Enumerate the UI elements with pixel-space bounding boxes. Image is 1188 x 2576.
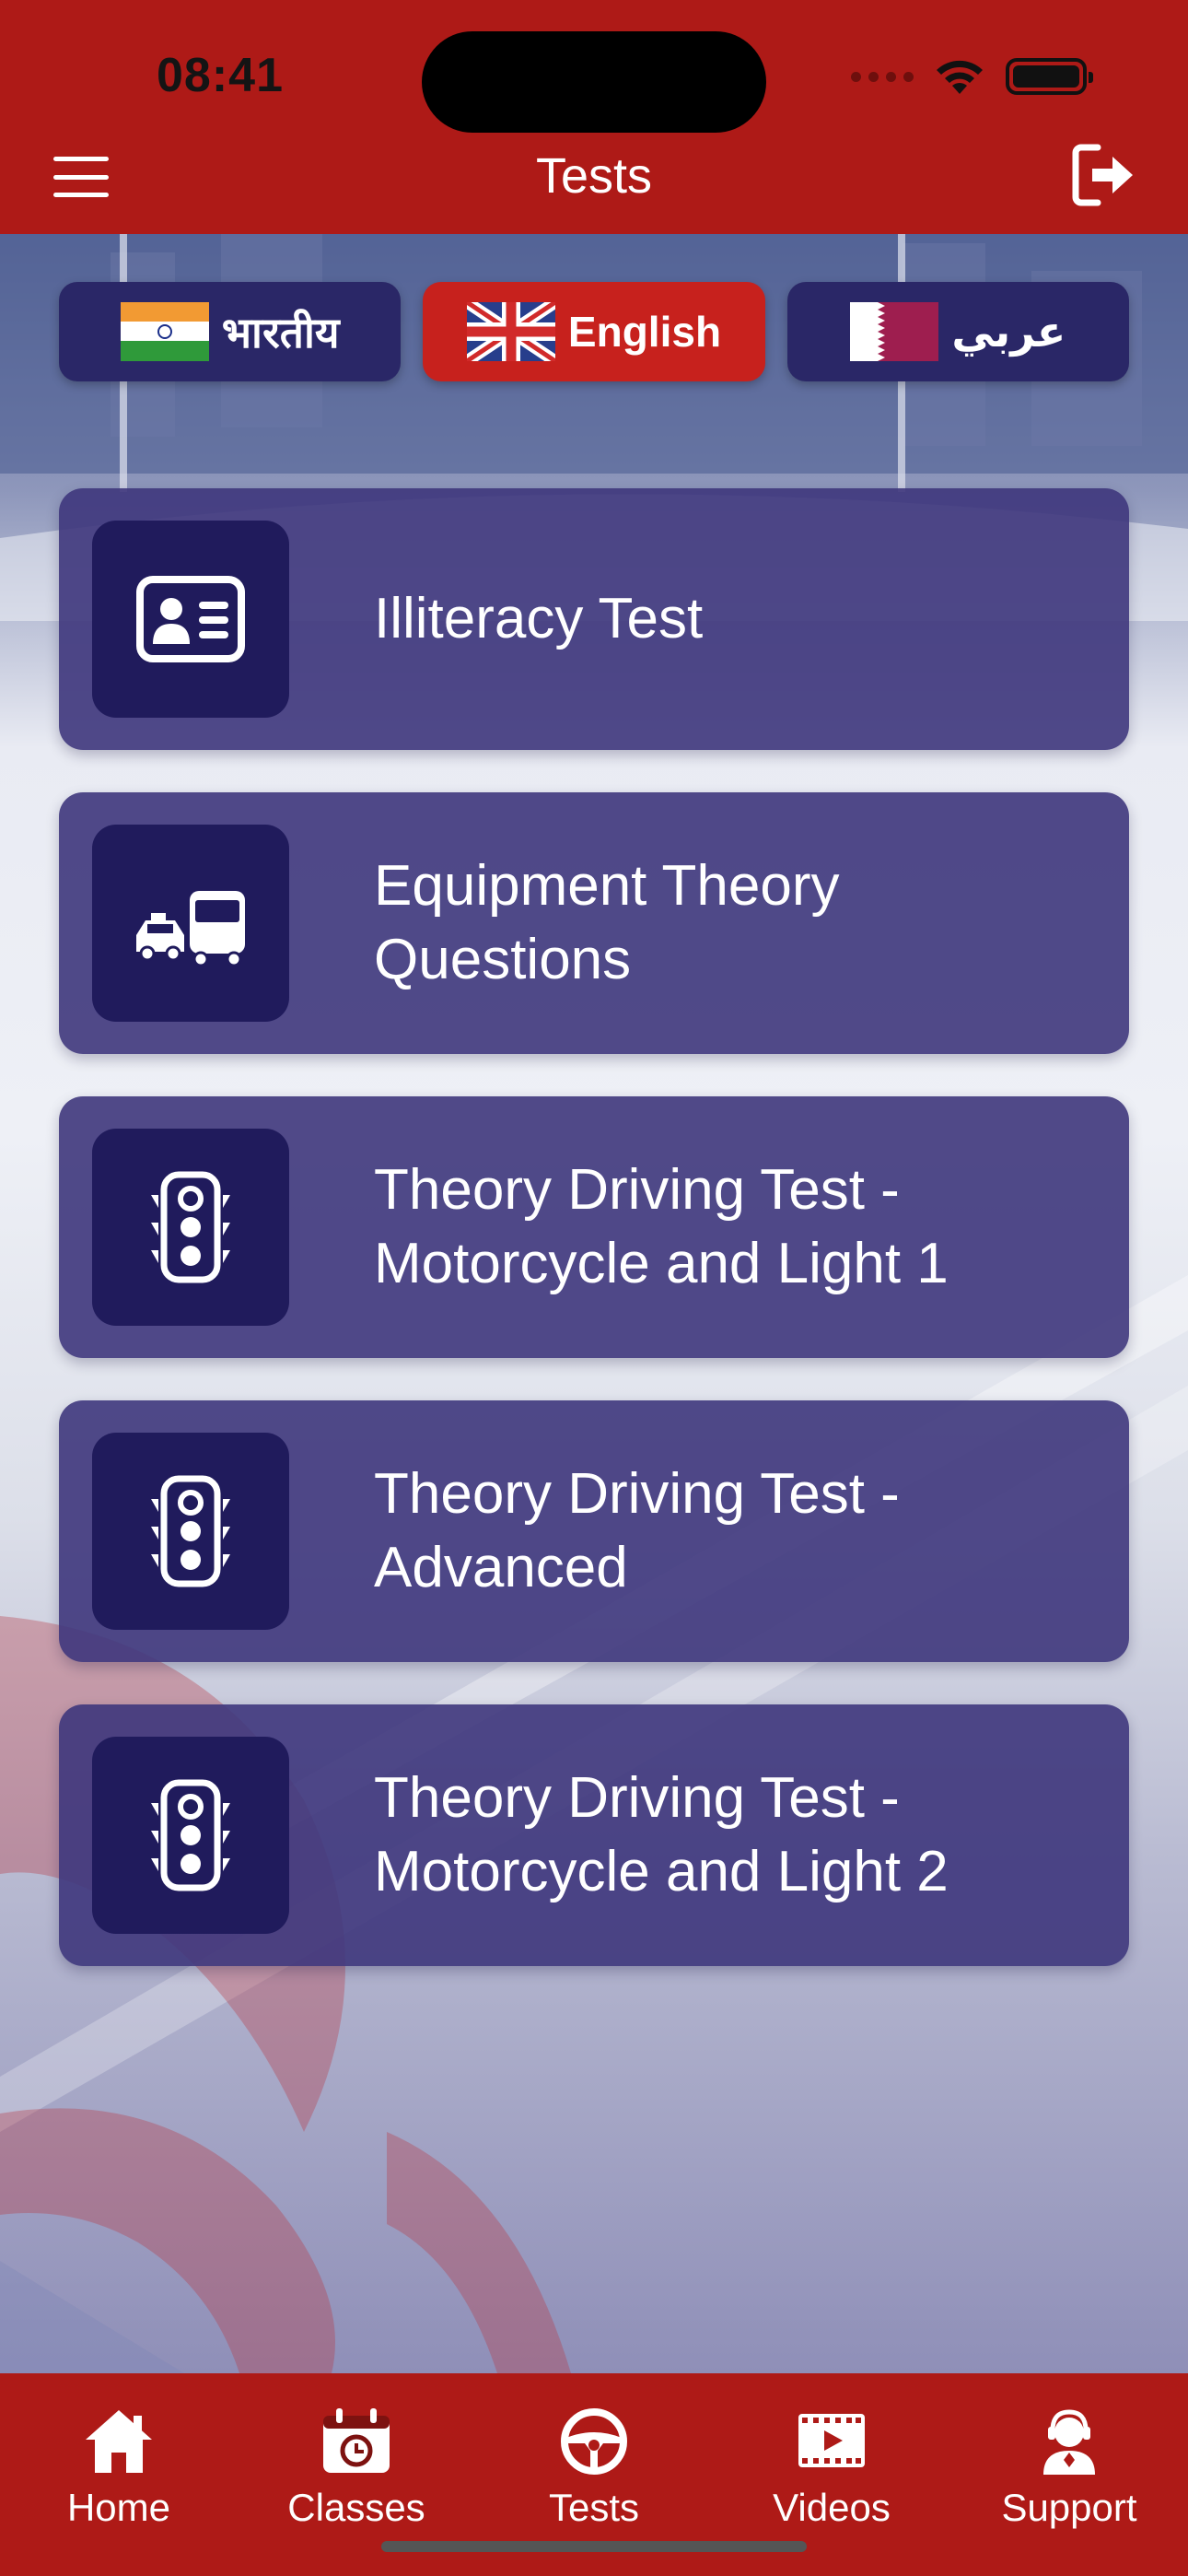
test-item-equipment-theory[interactable]: Equipment Theory Questions bbox=[59, 792, 1129, 1054]
lang-arabic-button[interactable]: عربي bbox=[786, 282, 1129, 381]
test-item-illiteracy[interactable]: Illiteracy Test bbox=[59, 488, 1129, 750]
lang-label: English bbox=[567, 308, 722, 356]
wifi-icon bbox=[937, 60, 983, 94]
nav-label: Videos bbox=[773, 2486, 891, 2529]
icon-tile bbox=[92, 1433, 289, 1630]
app-header: 08:41 Tests bbox=[0, 0, 1188, 234]
traffic-light-icon bbox=[151, 1475, 230, 1587]
vehicles-icon bbox=[136, 891, 245, 967]
test-item-motorcycle-light-1[interactable]: Theory Driving Test - Motorcycle and Lig… bbox=[59, 1096, 1129, 1358]
test-item-motorcycle-light-2[interactable]: Theory Driving Test - Motorcycle and Lig… bbox=[59, 1704, 1129, 1966]
nav-label: Support bbox=[1001, 2486, 1137, 2529]
test-item-advanced[interactable]: Theory Driving Test - Advanced bbox=[59, 1400, 1129, 1662]
calendar-icon bbox=[323, 2408, 390, 2473]
test-title: Theory Driving Test - Motorcycle and Lig… bbox=[374, 1766, 949, 1903]
home-indicator bbox=[381, 2541, 807, 2552]
support-agent-icon bbox=[1043, 2409, 1095, 2475]
icon-tile bbox=[92, 825, 289, 1022]
lang-english-button[interactable]: English bbox=[423, 282, 765, 381]
icon-tile bbox=[92, 521, 289, 718]
dynamic-island bbox=[422, 31, 766, 133]
test-list: Illiteracy Test Equipment Theory Questio… bbox=[59, 488, 1129, 2008]
icon-tile bbox=[92, 1737, 289, 1934]
traffic-light-icon bbox=[151, 1171, 230, 1283]
lang-hindi-button[interactable]: भारतीय bbox=[59, 282, 402, 381]
language-selector: भारतीय English عربي bbox=[59, 282, 1129, 381]
battery-icon bbox=[1006, 58, 1093, 95]
nav-support[interactable]: Support bbox=[950, 2373, 1188, 2576]
uk-flag-icon bbox=[466, 302, 555, 361]
steering-wheel-icon bbox=[561, 2408, 627, 2475]
lang-label: भारतीय bbox=[221, 309, 340, 357]
test-title: Illiteracy Test bbox=[374, 587, 704, 650]
traffic-light-icon bbox=[151, 1779, 230, 1891]
page-title: Tests bbox=[535, 148, 653, 204]
test-title: Equipment Theory Questions bbox=[374, 854, 840, 991]
lang-label: عربي bbox=[951, 308, 1066, 356]
nav-label: Classes bbox=[287, 2486, 425, 2529]
video-icon bbox=[798, 2414, 865, 2467]
qatar-flag-icon bbox=[850, 302, 939, 361]
nav-label: Tests bbox=[548, 2486, 640, 2529]
icon-tile bbox=[92, 1129, 289, 1326]
test-title: Theory Driving Test - Advanced bbox=[374, 1462, 900, 1599]
status-time: 08:41 bbox=[157, 49, 284, 102]
nav-home[interactable]: Home bbox=[0, 2373, 238, 2576]
nav-label: Home bbox=[66, 2486, 171, 2529]
cellular-signal-icon bbox=[851, 71, 914, 82]
logout-icon[interactable] bbox=[1070, 142, 1136, 208]
india-flag-icon bbox=[120, 302, 209, 361]
test-title: Theory Driving Test - Motorcycle and Lig… bbox=[374, 1158, 949, 1295]
id-card-icon bbox=[136, 576, 245, 662]
home-icon bbox=[86, 2410, 152, 2473]
status-icons bbox=[851, 57, 1093, 96]
